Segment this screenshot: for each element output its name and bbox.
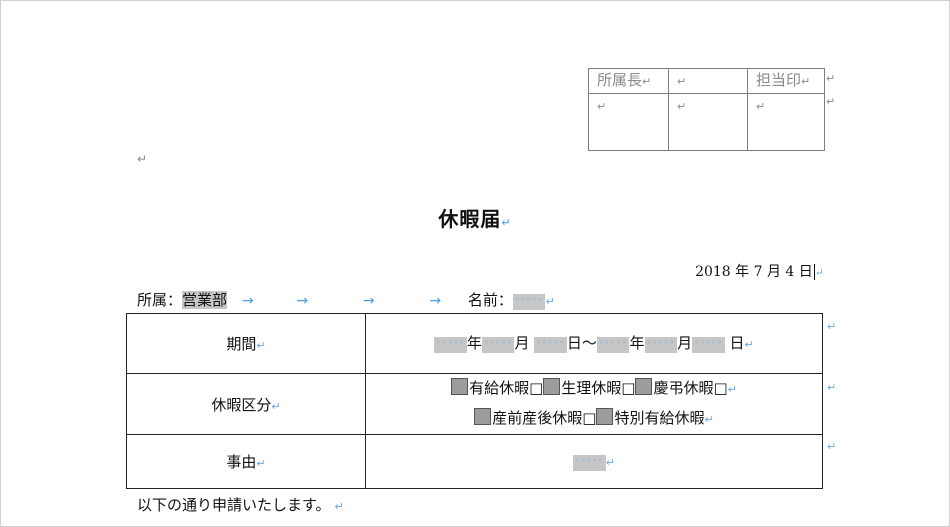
special-paid-leave-checkbox[interactable] [596, 408, 614, 425]
row-end-mark: ↵ [826, 95, 836, 108]
request-statement: 以下の通り申請いたします。 ↵ [137, 496, 344, 514]
row-end-mark: ↵ [827, 381, 837, 394]
stamp-header-manager: 所属長↵ [588, 68, 669, 94]
affiliation-line: 所属：営業部 → → → → 名前： ◦◦◦◦◦ ↵ [137, 291, 555, 310]
row-end-mark: ↵ [827, 320, 837, 333]
period-label-cell: 期間↵ [126, 313, 366, 374]
reason-value-cell: ◦◦◦◦◦ ↵ [365, 434, 823, 489]
period-value-cell: ◦◦◦◦◦ 年 ◦◦◦◦◦ 月 ◦◦◦◦◦ 日〜 ◦◦◦◦◦ 年 ◦◦◦◦◦ 月 ◦◦◦◦◦ 日↵ [365, 313, 823, 374]
name-field[interactable]: ◦◦◦◦◦ [512, 294, 546, 310]
tab-arrow-icon: → [241, 293, 254, 309]
row-end-mark: ↵ [827, 440, 837, 453]
leave-form-table: 期間↵ ◦◦◦◦◦ 年 ◦◦◦◦◦ 月 ◦◦◦◦◦ 日〜 ◦◦◦◦◦ 年 ◦◦◦◦◦ 月 ◦◦◦◦… [126, 313, 823, 489]
department-value[interactable]: 営業部 [182, 291, 228, 309]
start-day-field[interactable]: ◦◦◦◦◦ [534, 336, 567, 353]
end-month-field[interactable]: ◦◦◦◦◦ [644, 336, 678, 353]
start-year-field[interactable]: ◦◦◦◦◦ [434, 336, 467, 353]
paid-leave-checkbox[interactable] [451, 378, 469, 395]
stamp-cell-manager[interactable]: ↵ [588, 93, 669, 151]
tab-arrow-icon: → [362, 293, 375, 309]
tab-arrow-icon: → [296, 293, 309, 309]
bereavement-leave-checkbox[interactable] [635, 378, 653, 395]
start-month-field[interactable]: ◦◦◦◦◦ [481, 336, 515, 353]
end-year-field[interactable]: ◦◦◦◦◦ [596, 336, 630, 353]
reason-field[interactable]: ◦◦◦◦◦ [573, 455, 606, 471]
row-end-mark: ↵ [826, 72, 836, 85]
name-label: 名前： [467, 291, 513, 309]
request-date[interactable]: 2018 年 7 月 4 日 ↵ [695, 261, 824, 281]
leave-type-value-cell: 有給休暇□ 生理休暇□ 慶弔休暇□↵ 産前産後休暇□ 特別有給休暇↵ [365, 373, 823, 435]
stamp-header-person-in-charge: 担当印↵ [747, 68, 825, 94]
stamp-cell-person-in-charge[interactable]: ↵ [747, 93, 825, 151]
empty-paragraph-mark: ↵ [137, 152, 148, 166]
tab-arrow-icon: → [429, 293, 442, 309]
stamp-header-blank: ↵ [668, 68, 748, 94]
stamp-cell-blank[interactable]: ↵ [668, 93, 748, 151]
end-day-field[interactable]: ◦◦◦◦◦ [692, 336, 725, 353]
reason-label-cell: 事由↵ [126, 434, 366, 489]
document-title: 休暇届↵ [438, 207, 512, 231]
leave-type-label-cell: 休暇区分↵ [126, 373, 366, 435]
maternity-leave-checkbox[interactable] [474, 408, 492, 425]
affiliation-label: 所属： [137, 291, 183, 309]
approval-stamp-table: 所属長↵ ↵ 担当印↵ ↵ ↵ ↵ [588, 68, 825, 151]
menstrual-leave-checkbox[interactable] [543, 378, 561, 395]
